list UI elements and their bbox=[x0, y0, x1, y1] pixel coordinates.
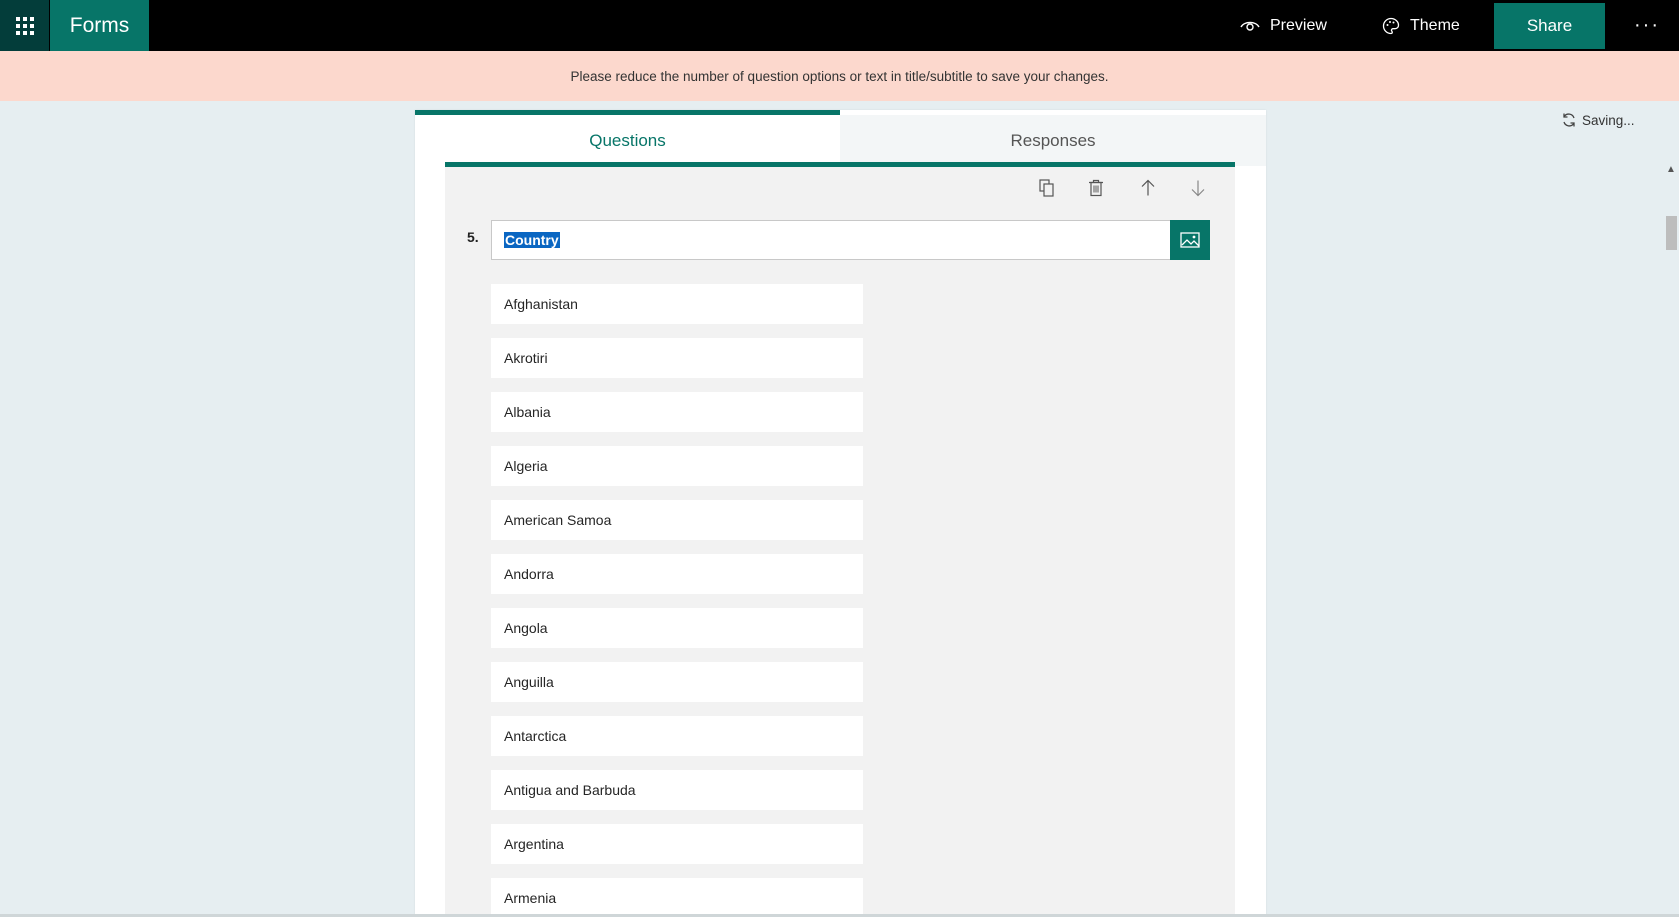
move-down-button[interactable] bbox=[1186, 176, 1210, 200]
move-up-button[interactable] bbox=[1136, 176, 1160, 200]
question-title-text: Country bbox=[504, 232, 560, 248]
move-up-icon bbox=[1141, 179, 1155, 196]
question-number: 5. bbox=[467, 229, 479, 245]
tab-questions[interactable]: Questions bbox=[415, 115, 840, 166]
choice-option[interactable]: Algeria bbox=[491, 446, 863, 486]
choice-option[interactable]: American Samoa bbox=[491, 500, 863, 540]
move-down-icon bbox=[1191, 180, 1205, 197]
top-bar: Forms Preview Theme Share ··· bbox=[0, 0, 1679, 51]
preview-button[interactable]: Preview bbox=[1240, 0, 1327, 51]
choice-option[interactable]: Antarctica bbox=[491, 716, 863, 756]
choice-option[interactable]: Afghanistan bbox=[491, 284, 863, 324]
question-title-input[interactable]: Country bbox=[491, 220, 1171, 260]
warning-banner: Please reduce the number of question opt… bbox=[0, 51, 1679, 101]
delete-question-button[interactable] bbox=[1084, 176, 1108, 200]
tab-responses[interactable]: Responses bbox=[840, 115, 1266, 166]
choice-option[interactable]: Albania bbox=[491, 392, 863, 432]
choice-option[interactable]: Andorra bbox=[491, 554, 863, 594]
delete-icon bbox=[1089, 179, 1103, 197]
choice-option[interactable]: Angola bbox=[491, 608, 863, 648]
choice-option[interactable]: Argentina bbox=[491, 824, 863, 864]
sync-icon bbox=[1563, 113, 1575, 127]
scrollbar-thumb[interactable] bbox=[1666, 216, 1677, 250]
copy-icon bbox=[1039, 179, 1054, 197]
app-launcher-button[interactable] bbox=[0, 0, 49, 51]
copy-question-button[interactable] bbox=[1035, 176, 1059, 200]
insert-media-button[interactable] bbox=[1170, 220, 1210, 260]
choice-option[interactable]: Akrotiri bbox=[491, 338, 863, 378]
saving-text: Saving... bbox=[1582, 112, 1635, 128]
preview-label: Preview bbox=[1270, 16, 1327, 34]
eye-icon bbox=[1240, 21, 1260, 31]
choice-option[interactable]: Antigua and Barbuda bbox=[491, 770, 863, 810]
theme-label: Theme bbox=[1410, 16, 1460, 34]
theme-button[interactable]: Theme bbox=[1382, 0, 1460, 51]
choice-option[interactable]: Armenia bbox=[491, 878, 863, 917]
palette-icon bbox=[1382, 17, 1400, 34]
app-launcher-icon bbox=[15, 16, 34, 35]
more-options-button[interactable]: ··· bbox=[1634, 14, 1660, 37]
choice-option[interactable]: Anguilla bbox=[491, 662, 863, 702]
scroll-up-arrow-icon[interactable]: ▲ bbox=[1666, 164, 1676, 175]
saving-status: Saving... bbox=[1561, 112, 1635, 128]
share-button[interactable]: Share bbox=[1494, 3, 1605, 49]
app-name[interactable]: Forms bbox=[50, 0, 149, 51]
image-icon bbox=[1180, 232, 1200, 248]
warning-message: Please reduce the number of question opt… bbox=[570, 68, 1109, 84]
